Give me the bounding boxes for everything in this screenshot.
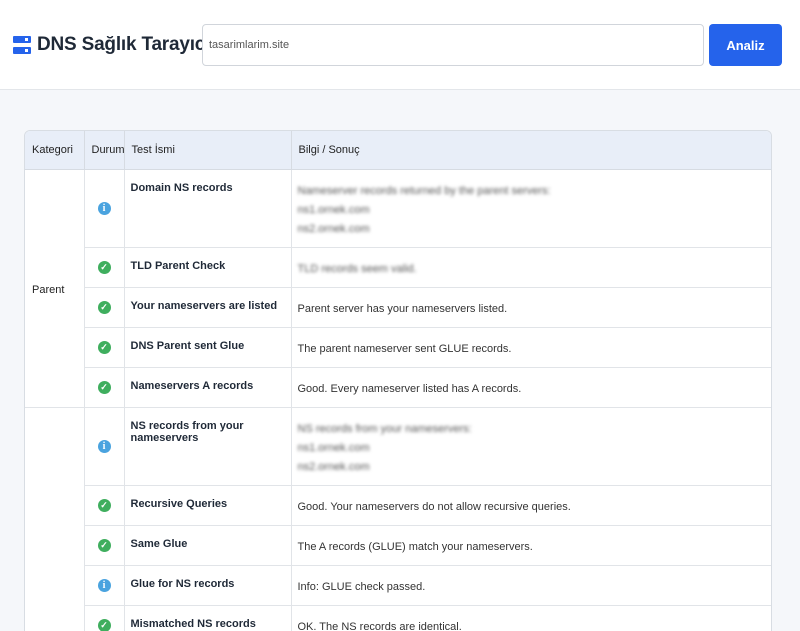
info-line: ns1.ornek.com: [297, 203, 370, 216]
table-header-row: Kategori Durum Test İsmi Bilgi / Sonuç: [25, 131, 771, 170]
info-line: ns2.ornek.com: [297, 222, 370, 235]
test-name: Nameservers A records: [124, 367, 292, 408]
domain-input[interactable]: [202, 24, 704, 66]
category-cell: [25, 407, 85, 631]
check-circle-icon: ✓: [97, 260, 111, 274]
info-cell: Info: GLUE check passed.: [291, 565, 771, 606]
info-line: Good. Every nameserver listed has A reco…: [297, 382, 522, 395]
info-circle-icon: i: [97, 439, 111, 453]
info-line: Good. Your nameservers do not allow recu…: [297, 500, 571, 513]
table-row: ✓ TLD Parent Check TLD records seem valid.: [25, 247, 771, 288]
info-cell: The A records (GLUE) match your nameserv…: [291, 525, 771, 566]
status-cell: ✓: [84, 485, 125, 526]
test-name: Recursive Queries: [124, 485, 292, 526]
table-row: ✓ Recursive Queries Good. Your nameservers…: [25, 485, 771, 526]
info-cell: TLD records seem valid.: [291, 247, 771, 288]
test-name: DNS Parent sent Glue: [124, 327, 292, 368]
check-circle-icon: ✓: [97, 618, 111, 631]
table-row: i NS records from your nameservers NS reco…: [25, 407, 771, 631]
info-line: Parent server has your nameservers liste…: [297, 302, 508, 315]
info-cell: Good. Your nameservers do not allow recu…: [291, 485, 771, 526]
table-row: ✓ DNS Parent sent Glue The parent nameserv…: [25, 327, 771, 368]
status-cell: ✓: [84, 525, 125, 566]
info-cell: The parent nameserver sent GLUE records.: [291, 327, 771, 368]
status-cell: ✓: [84, 287, 125, 328]
results-table: Kategori Durum Test İsmi Bilgi / Sonuç P…: [25, 131, 771, 631]
status-cell: ✓: [84, 605, 125, 631]
check-circle-icon: ✓: [97, 498, 111, 512]
brand: DNS Sağlık Tarayıcısı: [13, 34, 226, 56]
check-circle-icon: ✓: [97, 538, 111, 552]
col-header-durum: Durum: [84, 131, 125, 170]
info-circle-icon: i: [97, 201, 111, 215]
info-line: NS records from your nameservers:: [297, 422, 472, 435]
table-row: ✓ Mismatched NS records OK. The NS records…: [25, 605, 771, 631]
results-card: Kategori Durum Test İsmi Bilgi / Sonuç P…: [24, 130, 772, 631]
table-row: ✓ Same Glue The A records (GLUE) match you…: [25, 525, 771, 566]
info-line: The parent nameserver sent GLUE records.: [297, 342, 512, 355]
test-name: TLD Parent Check: [124, 247, 292, 288]
check-circle-icon: ✓: [97, 300, 111, 314]
status-cell: i: [84, 169, 125, 248]
info-cell: Nameserver records returned by the paren…: [291, 169, 771, 248]
status-cell: i: [84, 407, 125, 486]
app-header: DNS Sağlık Tarayıcısı Analiz: [0, 0, 800, 90]
test-name: Glue for NS records: [124, 565, 292, 606]
table-row: ✓ Nameservers A records Good. Every namese…: [25, 367, 771, 408]
check-circle-icon: ✓: [97, 380, 111, 394]
test-name: Mismatched NS records: [124, 605, 292, 631]
status-cell: ✓: [84, 327, 125, 368]
status-cell: i: [84, 565, 125, 606]
table-row: i Glue for NS records Info: GLUE check pas…: [25, 565, 771, 606]
info-circle-icon: i: [97, 578, 111, 592]
info-cell: OK. The NS records are identical.: [291, 605, 771, 631]
info-line: ns2.ornek.com: [297, 460, 370, 473]
info-line: TLD records seem valid.: [297, 262, 417, 275]
info-line: The A records (GLUE) match your nameserv…: [297, 540, 533, 553]
info-cell: NS records from your nameservers: ns1.orn…: [291, 407, 771, 486]
test-name: Domain NS records: [124, 169, 292, 248]
col-header-kategori: Kategori: [25, 131, 85, 170]
test-name: NS records from your nameservers: [124, 407, 292, 486]
app-title: DNS Sağlık Tarayıcısı: [37, 34, 226, 55]
col-header-test: Test İsmi: [124, 131, 292, 170]
table-row: Parent i Domain NS records Nameserver recor…: [25, 169, 771, 408]
table-row: ✓ Your nameservers are listed Parent serve…: [25, 287, 771, 328]
info-line: Info: GLUE check passed.: [297, 580, 426, 593]
test-name: Your nameservers are listed: [124, 287, 292, 328]
server-icon: [13, 36, 31, 54]
info-cell: Good. Every nameserver listed has A reco…: [291, 367, 771, 408]
check-circle-icon: ✓: [97, 340, 111, 354]
status-cell: ✓: [84, 367, 125, 408]
col-header-info: Bilgi / Sonuç: [291, 131, 771, 170]
info-cell: Parent server has your nameservers liste…: [291, 287, 771, 328]
test-name: Same Glue: [124, 525, 292, 566]
analyze-button[interactable]: Analiz: [709, 24, 782, 66]
info-line: ns1.ornek.com: [297, 441, 370, 454]
info-line: Nameserver records returned by the paren…: [297, 184, 551, 197]
info-line: OK. The NS records are identical.: [297, 620, 462, 631]
category-cell: Parent: [25, 169, 85, 408]
status-cell: ✓: [84, 247, 125, 288]
